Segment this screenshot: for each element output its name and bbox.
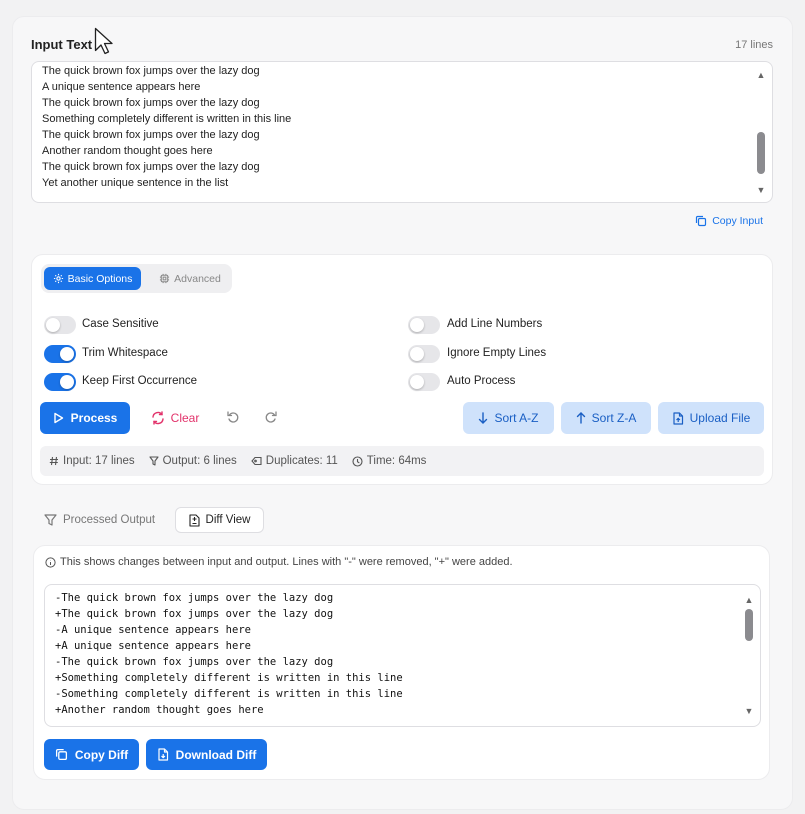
scroll-up-icon[interactable]: ▲ — [744, 595, 754, 605]
stat-input: Input: 17 lines — [49, 455, 135, 467]
keep-first-toggle[interactable] — [44, 373, 76, 391]
sort-za-label: Sort Z-A — [591, 411, 637, 425]
copy-icon — [55, 748, 68, 761]
stat-input-text: Input: 17 lines — [63, 455, 135, 467]
scroll-down-icon[interactable]: ▼ — [744, 706, 754, 716]
diff-line: +The quick brown fox jumps over the lazy… — [55, 608, 334, 620]
sort-za-button[interactable]: Sort Z-A — [561, 402, 651, 434]
scrollbar-thumb[interactable] — [745, 609, 753, 641]
input-line: Something completely different is writte… — [42, 113, 292, 125]
input-line-count: 17 lines — [735, 39, 773, 51]
diff-line: +Something completely different is writt… — [55, 672, 403, 684]
case-sensitive-toggle[interactable] — [44, 316, 76, 334]
arrow-up-icon — [576, 412, 586, 424]
stats-bar: Input: 17 lines Output: 6 lines Duplicat… — [40, 446, 764, 476]
input-line: Another random thought goes here — [42, 145, 213, 157]
filter-icon — [44, 514, 57, 526]
file-upload-icon — [672, 411, 684, 425]
diff-line: -The quick brown fox jumps over the lazy… — [55, 592, 334, 604]
scrollbar-thumb[interactable] — [757, 132, 765, 174]
file-diff-icon — [188, 513, 200, 527]
case-sensitive-label: Case Sensitive — [82, 318, 159, 330]
tab-diff-label: Diff View — [205, 514, 251, 526]
copy-input-button[interactable]: Copy Input — [695, 215, 763, 227]
tab-advanced-label: Advanced — [174, 272, 221, 285]
info-icon — [45, 556, 56, 568]
tab-diff-view[interactable]: Diff View — [175, 507, 264, 533]
sort-az-label: Sort A-Z — [494, 411, 539, 425]
diff-line: -Something completely different is writt… — [55, 688, 403, 700]
diff-info-text: This shows changes between input and out… — [60, 556, 513, 568]
tab-basic-options[interactable]: Basic Options — [44, 267, 141, 290]
copy-diff-button[interactable]: Copy Diff — [44, 739, 139, 770]
gear-icon — [53, 273, 64, 284]
copy-diff-label: Copy Diff — [74, 747, 129, 762]
undo-icon — [226, 410, 240, 424]
input-line: The quick brown fox jumps over the lazy … — [42, 161, 260, 173]
input-line: The quick brown fox jumps over the lazy … — [42, 97, 260, 109]
download-diff-button[interactable]: Download Diff — [146, 739, 267, 770]
mouse-cursor-icon — [94, 27, 114, 55]
stat-output-text: Output: 6 lines — [162, 455, 237, 467]
upload-file-button[interactable]: Upload File — [658, 402, 764, 434]
tab-advanced[interactable]: Advanced — [150, 267, 230, 290]
input-line: Yet another unique sentence in the list — [42, 177, 229, 189]
process-label: Process — [70, 411, 118, 425]
redo-button[interactable] — [261, 407, 281, 427]
diff-info: This shows changes between input and out… — [45, 556, 513, 568]
stat-time: Time: 64ms — [352, 455, 427, 467]
trim-whitespace-label: Trim Whitespace — [82, 347, 168, 359]
process-button[interactable]: Process — [40, 402, 130, 434]
redo-icon — [264, 410, 278, 424]
scroll-up-icon[interactable]: ▲ — [756, 70, 766, 80]
diff-line: -The quick brown fox jumps over the lazy… — [55, 656, 334, 668]
clear-button[interactable]: Clear — [144, 402, 206, 434]
cpu-icon — [159, 273, 170, 284]
undo-button[interactable] — [223, 407, 243, 427]
stat-output: Output: 6 lines — [149, 455, 237, 467]
auto-process-toggle[interactable] — [408, 373, 440, 391]
stat-duplicates-text: Duplicates: 11 — [265, 455, 338, 467]
copy-icon — [695, 215, 707, 227]
input-scrollbar[interactable]: ▲ ▼ — [756, 70, 766, 195]
copy-input-label: Copy Input — [712, 215, 763, 227]
scroll-down-icon[interactable]: ▼ — [756, 185, 766, 195]
input-line: The quick brown fox jumps over the lazy … — [42, 129, 260, 141]
stat-time-text: Time: 64ms — [366, 455, 427, 467]
ignore-empty-label: Ignore Empty Lines — [447, 347, 547, 359]
file-download-icon — [157, 748, 169, 761]
clock-icon — [352, 455, 363, 467]
tab-processed-label: Processed Output — [63, 514, 156, 526]
diff-line: +Another random thought goes here — [55, 704, 264, 716]
input-title: Input Text — [31, 37, 93, 52]
keep-first-label: Keep First Occurrence — [82, 375, 198, 387]
clear-label: Clear — [170, 411, 200, 425]
input-textarea[interactable]: The quick brown fox jumps over the lazy … — [31, 61, 773, 203]
sort-az-button[interactable]: Sort A-Z — [463, 402, 554, 434]
auto-process-label: Auto Process — [447, 375, 516, 387]
refresh-icon — [151, 411, 165, 425]
add-line-numbers-toggle[interactable] — [408, 316, 440, 334]
stat-duplicates: Duplicates: 11 — [251, 455, 338, 467]
tag-icon — [251, 456, 262, 466]
tab-processed-output[interactable]: Processed Output — [44, 509, 155, 531]
hash-icon — [49, 456, 59, 466]
diff-line: -A unique sentence appears here — [55, 624, 251, 636]
input-line: A unique sentence appears here — [42, 81, 201, 93]
upload-file-label: Upload File — [689, 411, 751, 425]
input-line: The quick brown fox jumps over the lazy … — [42, 65, 260, 77]
diff-line: +A unique sentence appears here — [55, 640, 251, 652]
tab-basic-label: Basic Options — [67, 272, 133, 285]
download-diff-label: Download Diff — [175, 747, 257, 762]
play-icon — [53, 412, 64, 424]
ignore-empty-toggle[interactable] — [408, 345, 440, 363]
diff-output-area[interactable]: -The quick brown fox jumps over the lazy… — [44, 584, 761, 727]
arrow-down-icon — [478, 412, 488, 424]
add-line-numbers-label: Add Line Numbers — [447, 318, 543, 330]
filter-icon — [149, 456, 159, 466]
trim-whitespace-toggle[interactable] — [44, 345, 76, 363]
diff-scrollbar[interactable]: ▲ ▼ — [744, 595, 754, 717]
